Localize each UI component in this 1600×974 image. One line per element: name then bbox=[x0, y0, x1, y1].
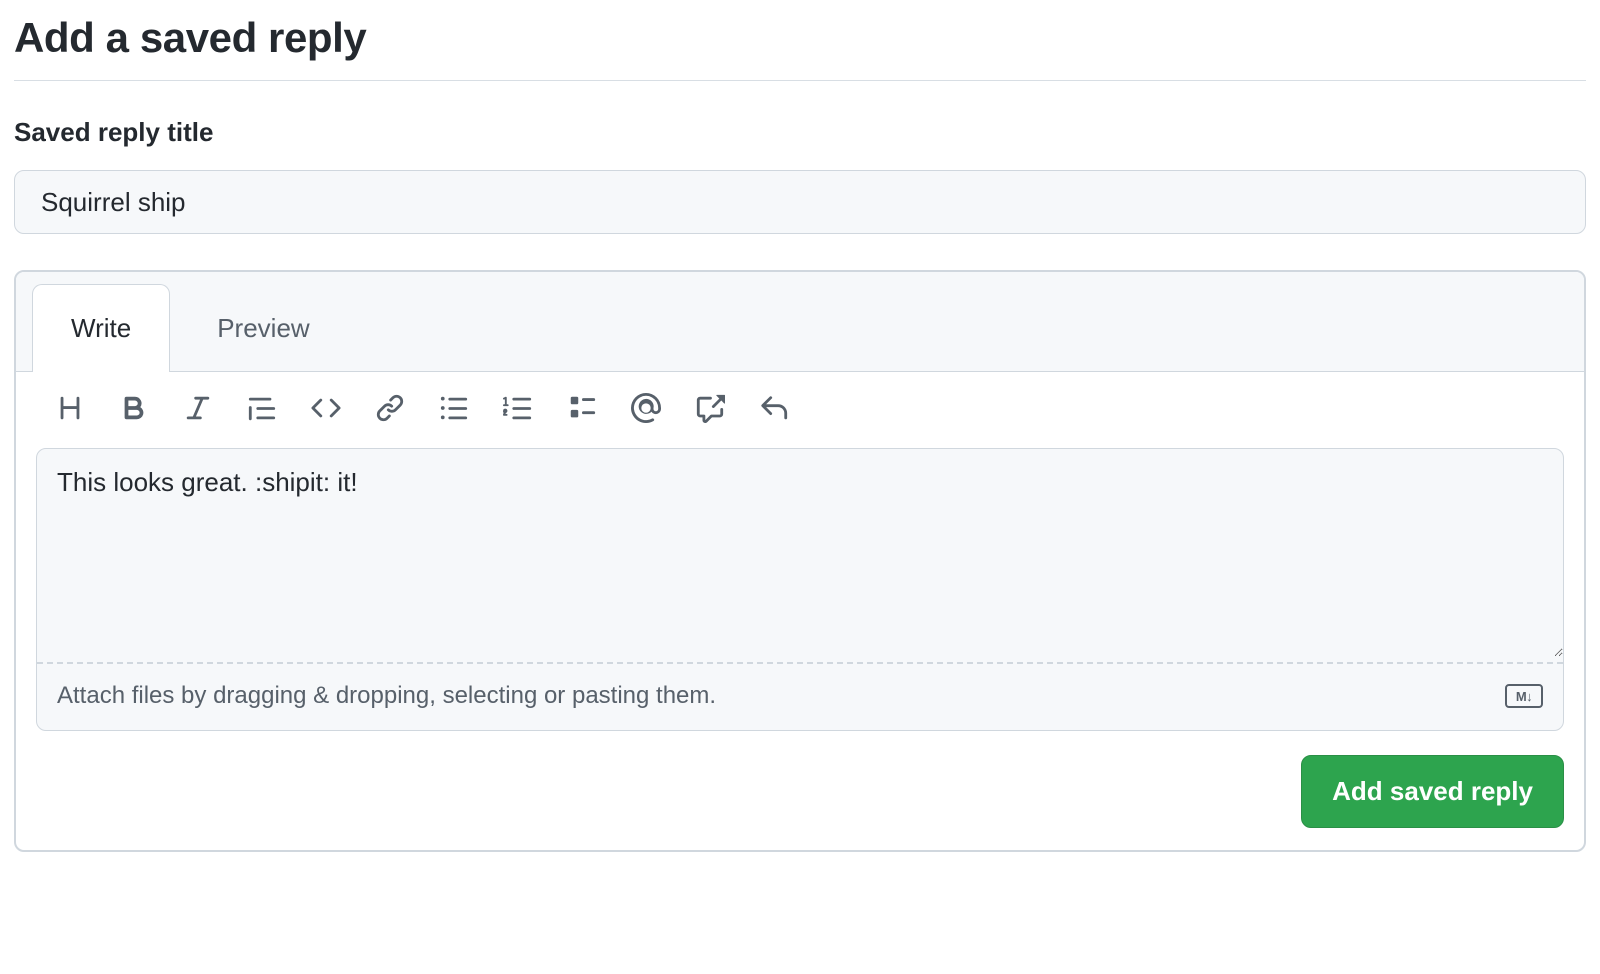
preview-tab[interactable]: Preview bbox=[178, 284, 348, 372]
editor-box: Write Preview bbox=[14, 270, 1586, 852]
title-input[interactable] bbox=[14, 170, 1586, 234]
heading-icon[interactable] bbox=[54, 392, 86, 424]
unordered-list-icon[interactable] bbox=[438, 392, 470, 424]
attach-hint[interactable]: Attach files by dragging & dropping, sel… bbox=[37, 662, 1563, 730]
markdown-toolbar bbox=[16, 372, 1584, 448]
body-input[interactable] bbox=[37, 449, 1563, 657]
markdown-icon[interactable]: M↓ bbox=[1505, 684, 1543, 708]
submit-button[interactable]: Add saved reply bbox=[1301, 755, 1564, 828]
form-actions: Add saved reply bbox=[16, 731, 1584, 850]
body-box: Attach files by dragging & dropping, sel… bbox=[36, 448, 1564, 731]
code-icon[interactable] bbox=[310, 392, 342, 424]
divider bbox=[14, 80, 1586, 81]
quote-icon[interactable] bbox=[246, 392, 278, 424]
mention-icon[interactable] bbox=[630, 392, 662, 424]
link-icon[interactable] bbox=[374, 392, 406, 424]
italic-icon[interactable] bbox=[182, 392, 214, 424]
page-title: Add a saved reply bbox=[14, 14, 1586, 62]
task-list-icon[interactable] bbox=[566, 392, 598, 424]
reply-icon[interactable] bbox=[758, 392, 790, 424]
tab-strip: Write Preview bbox=[16, 272, 1584, 372]
ordered-list-icon[interactable] bbox=[502, 392, 534, 424]
write-tab[interactable]: Write bbox=[32, 284, 170, 372]
bold-icon[interactable] bbox=[118, 392, 150, 424]
cross-reference-icon[interactable] bbox=[694, 392, 726, 424]
attach-hint-text: Attach files by dragging & dropping, sel… bbox=[57, 682, 716, 710]
title-label: Saved reply title bbox=[14, 117, 1586, 148]
